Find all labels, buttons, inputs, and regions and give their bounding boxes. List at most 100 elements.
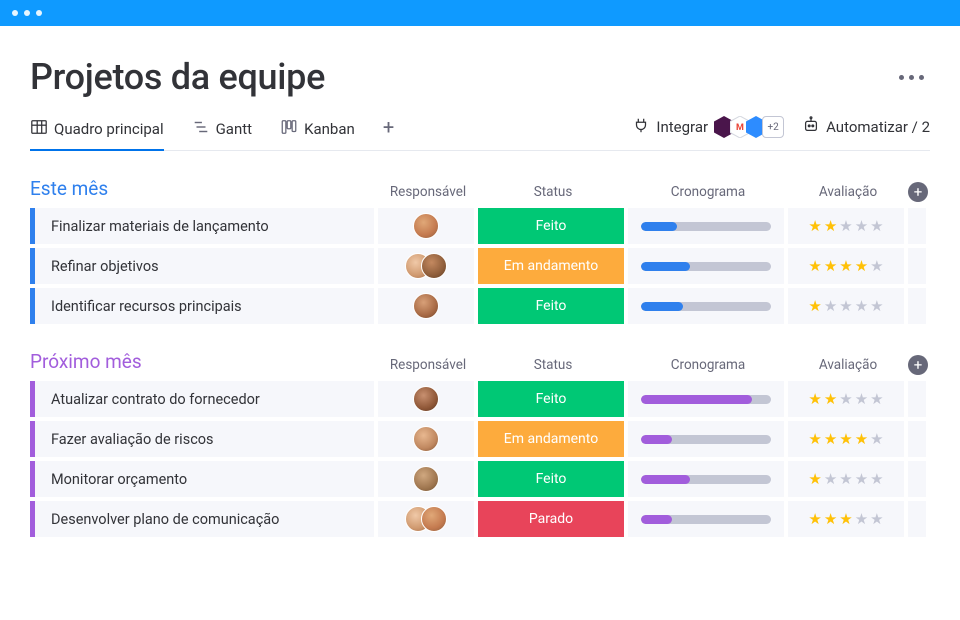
- empty-cell: [908, 381, 926, 417]
- star-icon: ★: [808, 217, 821, 235]
- tab-label: Gantt: [216, 120, 252, 138]
- empty-cell: [908, 288, 926, 324]
- rating-cell[interactable]: ★★★★★: [788, 381, 904, 417]
- table-row: Identificar recursos principaisFeito★★★★…: [30, 288, 930, 324]
- star-icon: ★: [808, 470, 821, 488]
- status-cell[interactable]: Feito: [478, 288, 624, 324]
- timeline-cell[interactable]: [628, 288, 784, 324]
- rating-cell[interactable]: ★★★★★: [788, 421, 904, 457]
- column-header-status[interactable]: Status: [478, 184, 628, 204]
- status-cell[interactable]: Em andamento: [478, 421, 624, 457]
- star-icon: ★: [839, 430, 852, 448]
- rating-cell[interactable]: ★★★★★: [788, 248, 904, 284]
- timeline-fill: [641, 435, 672, 444]
- group: Este mêsResponsávelStatusCronogramaAvali…: [30, 177, 930, 324]
- avatar: [413, 466, 439, 492]
- empty-cell: [908, 248, 926, 284]
- star-icon: ★: [855, 257, 868, 275]
- traffic-light-dot: [12, 10, 18, 16]
- traffic-light-dot: [36, 10, 42, 16]
- add-view-button[interactable]: +: [383, 115, 394, 147]
- timeline-fill: [641, 222, 677, 231]
- timeline-cell[interactable]: [628, 208, 784, 244]
- more-options-button[interactable]: [893, 69, 930, 86]
- rating-cell[interactable]: ★★★★★: [788, 208, 904, 244]
- empty-cell: [908, 421, 926, 457]
- status-cell[interactable]: Feito: [478, 461, 624, 497]
- owner-cell[interactable]: [378, 248, 474, 284]
- add-column-button[interactable]: +: [908, 182, 928, 202]
- column-header-rating[interactable]: Avaliação: [788, 184, 908, 204]
- group-title[interactable]: Este mês: [30, 177, 378, 204]
- tab-gantt[interactable]: Gantt: [192, 112, 252, 150]
- rating-cell[interactable]: ★★★★★: [788, 461, 904, 497]
- timeline-fill: [641, 262, 690, 271]
- star-icon: ★: [824, 257, 837, 275]
- star-icon: ★: [808, 297, 821, 315]
- tab-main-table[interactable]: Quadro principal: [30, 112, 164, 150]
- table-row: Refinar objetivos Em andamento ★★★★★: [30, 248, 930, 284]
- star-icon: ★: [839, 470, 852, 488]
- table-row: Desenvolver plano de comunicação Parado ★★…: [30, 501, 930, 537]
- rating-cell[interactable]: ★★★★★: [788, 501, 904, 537]
- avatar: [421, 506, 447, 532]
- status-cell[interactable]: Parado: [478, 501, 624, 537]
- integrate-button[interactable]: Integrar M +2: [632, 116, 784, 138]
- owner-cell[interactable]: [378, 208, 474, 244]
- traffic-light-dot: [24, 10, 30, 16]
- status-cell[interactable]: Em andamento: [478, 248, 624, 284]
- integrate-label: Integrar: [656, 118, 708, 136]
- star-icon: ★: [855, 470, 868, 488]
- column-header-owner[interactable]: Responsável: [378, 357, 478, 377]
- column-header-owner[interactable]: Responsável: [378, 184, 478, 204]
- task-name-cell[interactable]: Fazer avaliação de riscos: [30, 421, 374, 457]
- tab-label: Quadro principal: [54, 120, 164, 138]
- automate-button[interactable]: Automatizar / 2: [802, 116, 930, 138]
- task-name-cell[interactable]: Finalizar materiais de lançamento: [30, 208, 374, 244]
- empty-cell: [908, 501, 926, 537]
- star-icon: ★: [855, 390, 868, 408]
- timeline-track: [641, 395, 771, 404]
- timeline-cell[interactable]: [628, 381, 784, 417]
- star-icon: ★: [839, 257, 852, 275]
- timeline-track: [641, 222, 771, 231]
- tab-kanban[interactable]: Kanban: [280, 112, 355, 150]
- task-name-cell[interactable]: Desenvolver plano de comunicação: [30, 501, 374, 537]
- column-header-timeline[interactable]: Cronograma: [628, 357, 788, 377]
- owner-cell[interactable]: [378, 461, 474, 497]
- rating-cell[interactable]: ★★★★★: [788, 288, 904, 324]
- column-header-timeline[interactable]: Cronograma: [628, 184, 788, 204]
- automate-label: Automatizar / 2: [826, 118, 930, 136]
- timeline-cell[interactable]: [628, 248, 784, 284]
- timeline-track: [641, 515, 771, 524]
- column-header-status[interactable]: Status: [478, 357, 628, 377]
- status-cell[interactable]: Feito: [478, 381, 624, 417]
- plug-icon: [632, 116, 650, 138]
- timeline-cell[interactable]: [628, 421, 784, 457]
- star-icon: ★: [855, 297, 868, 315]
- timeline-track: [641, 302, 771, 311]
- avatar: [413, 293, 439, 319]
- group-title[interactable]: Próximo mês: [30, 350, 378, 377]
- task-name-cell[interactable]: Identificar recursos principais: [30, 288, 374, 324]
- table-row: Fazer avaliação de riscosEm andamento★★★…: [30, 421, 930, 457]
- task-name-cell[interactable]: Refinar objetivos: [30, 248, 374, 284]
- task-name-cell[interactable]: Atualizar contrato do fornecedor: [30, 381, 374, 417]
- star-icon: ★: [839, 510, 852, 528]
- empty-cell: [908, 208, 926, 244]
- star-icon: ★: [808, 430, 821, 448]
- timeline-cell[interactable]: [628, 461, 784, 497]
- task-name-cell[interactable]: Monitorar orçamento: [30, 461, 374, 497]
- star-icon: ★: [870, 430, 883, 448]
- timeline-cell[interactable]: [628, 501, 784, 537]
- owner-cell[interactable]: [378, 501, 474, 537]
- add-column-button[interactable]: +: [908, 355, 928, 375]
- column-header-rating[interactable]: Avaliação: [788, 357, 908, 377]
- view-tabs: Quadro principal Gantt Kanban +: [30, 112, 930, 151]
- owner-cell[interactable]: [378, 381, 474, 417]
- star-icon: ★: [855, 430, 868, 448]
- status-cell[interactable]: Feito: [478, 208, 624, 244]
- avatar: [413, 213, 439, 239]
- owner-cell[interactable]: [378, 421, 474, 457]
- owner-cell[interactable]: [378, 288, 474, 324]
